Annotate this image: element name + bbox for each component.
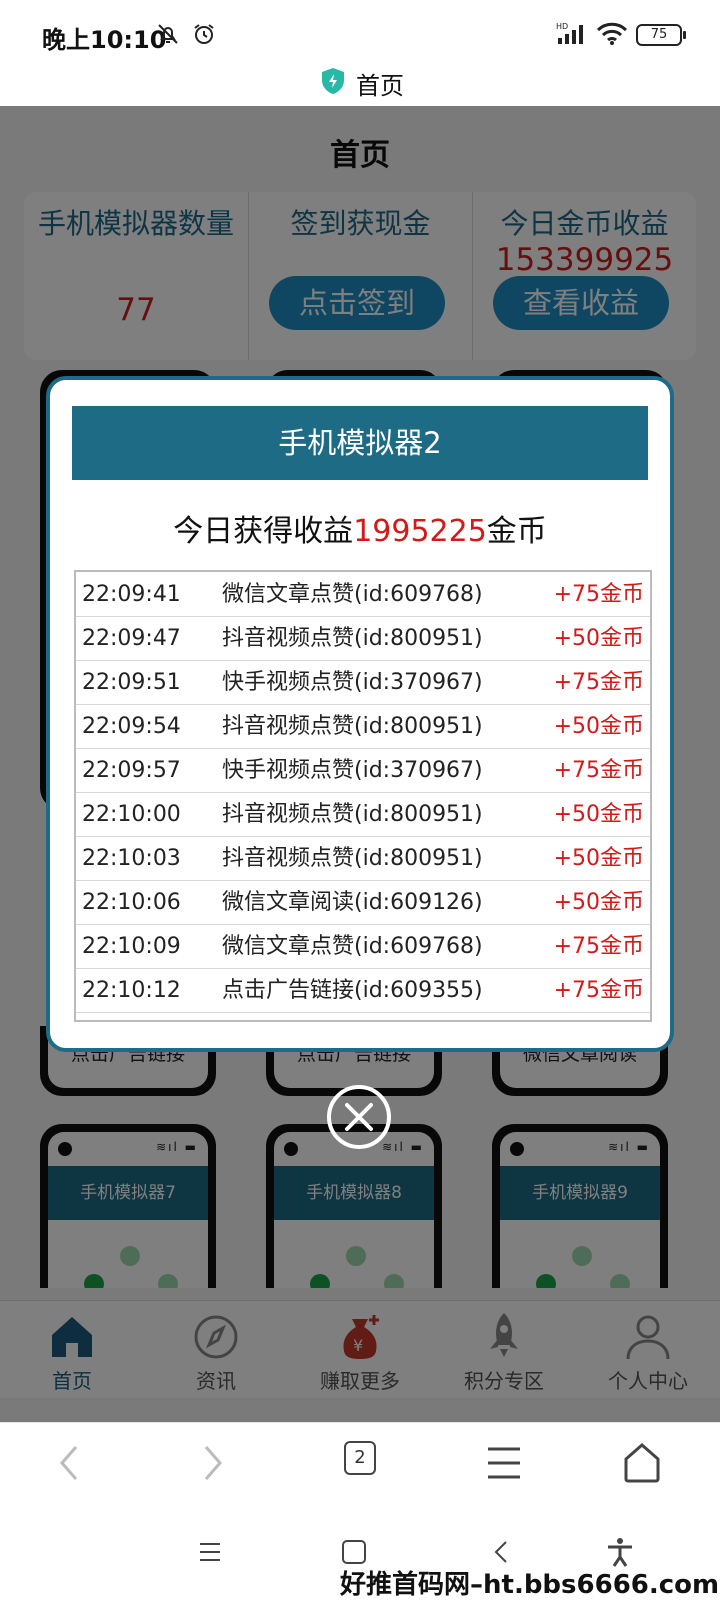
log-time: 22:10:00: [82, 802, 181, 827]
back-icon[interactable]: [46, 1439, 94, 1487]
log-action: 抖音视频点赞(id:800951): [222, 846, 483, 871]
home-browser-icon[interactable]: [618, 1439, 666, 1487]
system-nav-bar: 好推首码网–ht.bbs6666.com: [0, 1504, 720, 1600]
summary-suffix: 金币: [486, 514, 547, 549]
alarm-icon: [194, 24, 214, 44]
log-reward: +75金币: [553, 978, 644, 1003]
log-row: 22:10:03 抖音视频点赞(id:800951) +50金币: [76, 836, 650, 881]
log-action: 抖音视频点赞(id:800951): [222, 802, 483, 827]
log-reward: +50金币: [553, 714, 644, 739]
log-reward: +75金币: [553, 934, 644, 959]
log-action: 微信文章点赞(id:609768): [222, 582, 483, 607]
log-reward: +75金币: [553, 582, 644, 607]
log-reward: +50金币: [553, 802, 644, 827]
log-reward: +75金币: [553, 670, 644, 695]
log-action: 点击广告链接(id:609355): [222, 978, 483, 1003]
watermark-text: 好推首码网–ht.bbs6666.com: [340, 1570, 720, 1600]
log-reward: +50金币: [553, 890, 644, 915]
bell-muted-icon: [158, 24, 178, 44]
log-time: 22:09:47: [82, 626, 181, 651]
log-time: 22:09:41: [82, 582, 181, 607]
log-reward: +50金币: [553, 626, 644, 651]
menu-icon[interactable]: [480, 1439, 528, 1487]
signal-hd-label: HD: [556, 22, 568, 31]
shield-icon: [322, 68, 344, 94]
recent-apps-icon[interactable]: [194, 1536, 226, 1568]
log-row: 22:10:00 抖音视频点赞(id:800951) +50金币: [76, 792, 650, 837]
log-action: 抖音视频点赞(id:800951): [222, 626, 483, 651]
log-action: 抖音视频点赞(id:800951): [222, 714, 483, 739]
log-time: 22:10:09: [82, 934, 181, 959]
log-action: 快手视频点赞(id:370967): [222, 758, 483, 783]
log-time: 22:09:51: [82, 670, 181, 695]
summary-amount: 1995225: [353, 514, 487, 549]
browser-title-bar: 首页: [0, 64, 720, 106]
earnings-log-list[interactable]: 22:09:41 微信文章点赞(id:609768) +75金币 22:09:47 抖…: [74, 570, 652, 1022]
status-bar: 晚上10:10 HD 75: [0, 0, 720, 64]
log-row: 22:10:09 微信文章点赞(id:609768) +75金币: [76, 924, 650, 969]
log-action: 微信文章阅读(id:609126): [222, 890, 483, 915]
log-row: 22:09:54 抖音视频点赞(id:800951) +50金币: [76, 704, 650, 749]
earnings-dialog: 手机模拟器2 今日获得收益1995225金币 22:09:41 微信文章点赞(id…: [46, 376, 674, 1052]
wifi-icon: [596, 22, 628, 45]
log-reward: +75金币: [553, 758, 644, 783]
log-time: 22:10:03: [82, 846, 181, 871]
dialog-summary: 今日获得收益1995225金币: [50, 506, 670, 550]
log-row: 22:09:51 快手视频点赞(id:370967) +75金币: [76, 660, 650, 705]
signal-icon: HD: [556, 22, 583, 44]
log-action: 微信文章点赞(id:609768): [222, 934, 483, 959]
forward-icon[interactable]: [188, 1439, 236, 1487]
log-row: 22:10:06 微信文章阅读(id:609126) +50金币: [76, 880, 650, 925]
log-row: 22:09:57 快手视频点赞(id:370967) +75金币: [76, 748, 650, 793]
log-row: 22:09:47 抖音视频点赞(id:800951) +50金币: [76, 616, 650, 661]
log-time: 22:09:54: [82, 714, 181, 739]
log-time: 22:10:06: [82, 890, 181, 915]
tab-switcher-button[interactable]: 2: [344, 1441, 376, 1475]
dialog-title: 手机模拟器2: [72, 406, 648, 480]
battery-indicator: 75: [636, 24, 686, 46]
log-row: 22:09:41 微信文章点赞(id:609768) +75金币: [76, 572, 650, 617]
browser-page-title: 首页: [356, 72, 404, 100]
log-time: 22:09:57: [82, 758, 181, 783]
log-action: 快手视频点赞(id:370967): [222, 670, 483, 695]
status-time: 晚上10:10: [42, 26, 167, 54]
close-dialog-button[interactable]: [326, 1084, 392, 1150]
summary-prefix: 今日获得收益: [173, 514, 354, 549]
browser-toolbar: 2: [0, 1422, 720, 1504]
log-time: 22:10:12: [82, 978, 181, 1003]
log-row: 22:10:12 点击广告链接(id:609355) +75金币: [76, 968, 650, 1013]
log-reward: +50金币: [553, 846, 644, 871]
